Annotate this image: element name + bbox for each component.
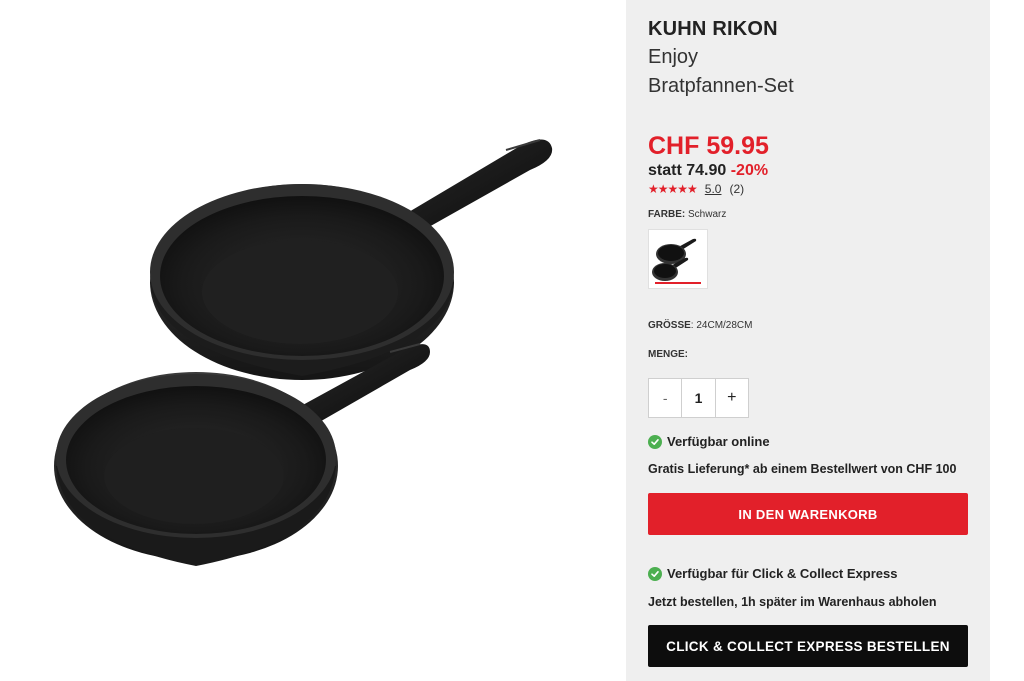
online-availability-text: Verfügbar online xyxy=(667,434,770,449)
product-image[interactable] xyxy=(0,0,626,681)
click-collect-availability: Verfügbar für Click & Collect Express xyxy=(648,566,897,581)
size-value: : 24CM/28CM xyxy=(690,320,753,331)
click-collect-info: Jetzt bestellen, 1h später im Warenhaus … xyxy=(648,595,937,609)
click-collect-availability-text: Verfügbar für Click & Collect Express xyxy=(667,566,898,581)
old-price: statt 74.90 xyxy=(648,162,727,179)
size-label: GRÖSSE xyxy=(648,320,691,331)
swatch-selected-indicator xyxy=(655,282,701,284)
color-label: FARBE: xyxy=(648,209,686,220)
size-label-row: GRÖSSE: 24CM/28CM xyxy=(648,320,752,331)
page-right-margin xyxy=(990,0,1024,681)
product-image-gallery xyxy=(0,0,626,681)
quantity-label: MENGE: xyxy=(648,349,688,360)
color-swatch-schwarz[interactable] xyxy=(648,229,708,289)
old-price-row: statt 74.90 -20% xyxy=(648,162,768,180)
quantity-input[interactable]: 1 xyxy=(681,379,716,417)
pan-small xyxy=(54,343,430,566)
quantity-stepper: - 1 + xyxy=(648,378,749,418)
rating-value[interactable]: 5.0 xyxy=(705,182,722,196)
product-title-line1: Enjoy xyxy=(648,46,699,68)
pan-large xyxy=(150,139,553,380)
rating-row[interactable]: ★★★★★ 5.0 (2) xyxy=(648,182,744,196)
quantity-label-row: MENGE: xyxy=(648,349,688,360)
product-detail-panel: KUHN RIKON Enjoy Bratpfannen-Set CHF 59.… xyxy=(626,0,990,681)
add-to-cart-button[interactable]: IN DEN WARENKORB xyxy=(648,493,968,535)
product-page: KUHN RIKON Enjoy Bratpfannen-Set CHF 59.… xyxy=(0,0,1024,681)
check-circle-icon xyxy=(648,434,662,449)
quantity-increase-button[interactable]: + xyxy=(716,379,748,417)
color-value: Schwarz xyxy=(688,209,727,220)
quantity-decrease-button[interactable]: - xyxy=(649,379,681,417)
rating-count: (2) xyxy=(729,182,745,196)
click-collect-button[interactable]: CLICK & COLLECT EXPRESS BESTELLEN xyxy=(648,625,968,667)
online-availability: Verfügbar online xyxy=(648,434,770,449)
discount-badge: -20% xyxy=(730,162,769,179)
check-circle-icon xyxy=(648,566,662,581)
star-icon: ★★★★★ xyxy=(648,182,698,196)
shipping-info: Gratis Lieferung* ab einem Bestellwert v… xyxy=(648,462,957,476)
color-label-row: FARBE: Schwarz xyxy=(648,209,726,220)
brand-name[interactable]: KUHN RIKON xyxy=(648,18,778,41)
product-title-line2: Bratpfannen-Set xyxy=(648,75,794,97)
current-price: CHF 59.95 xyxy=(648,132,769,160)
swatch-thumbnail-icon xyxy=(652,238,697,281)
